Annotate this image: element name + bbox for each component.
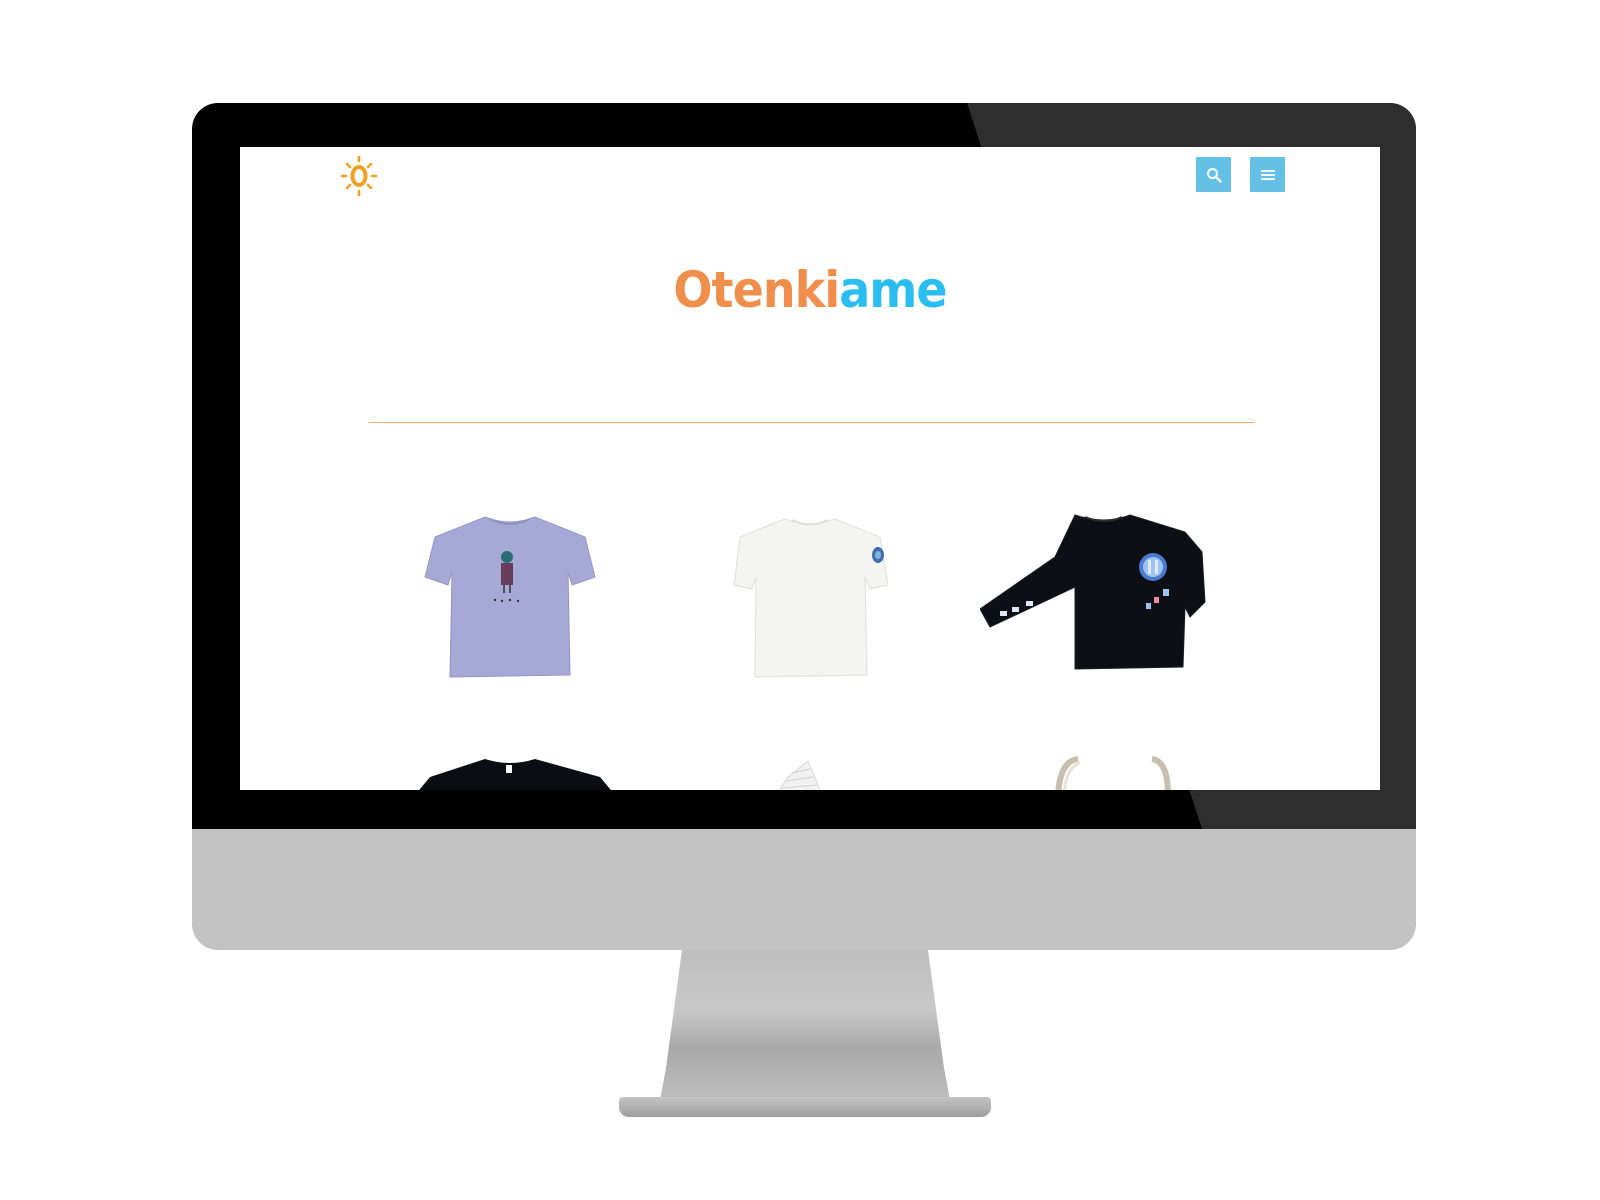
sun-logo-icon[interactable] (340, 155, 378, 197)
search-icon (1206, 167, 1222, 183)
product-tote-bag[interactable] (1000, 755, 1230, 790)
hamburger-menu-icon (1260, 169, 1275, 180)
brand-title: Otenkiame (286, 259, 1335, 321)
monitor-stand-base (619, 1097, 991, 1117)
product-gray-tshirt[interactable] (390, 497, 630, 687)
website-screen: Otenkiame (240, 147, 1380, 790)
brand-title-part1: Otenki (673, 261, 840, 319)
brand-title-part2: ame (839, 261, 947, 319)
monitor-stand (660, 950, 950, 1100)
search-button[interactable] (1196, 157, 1231, 192)
menu-button[interactable] (1250, 157, 1285, 192)
monitor-chin (192, 829, 1416, 950)
section-divider (369, 422, 1254, 423)
product-white-tshirt[interactable] (690, 497, 930, 687)
product-black-longsleeve[interactable] (980, 497, 1230, 687)
product-black-tshirt[interactable] (400, 755, 630, 790)
product-striped-item[interactable] (700, 755, 930, 790)
